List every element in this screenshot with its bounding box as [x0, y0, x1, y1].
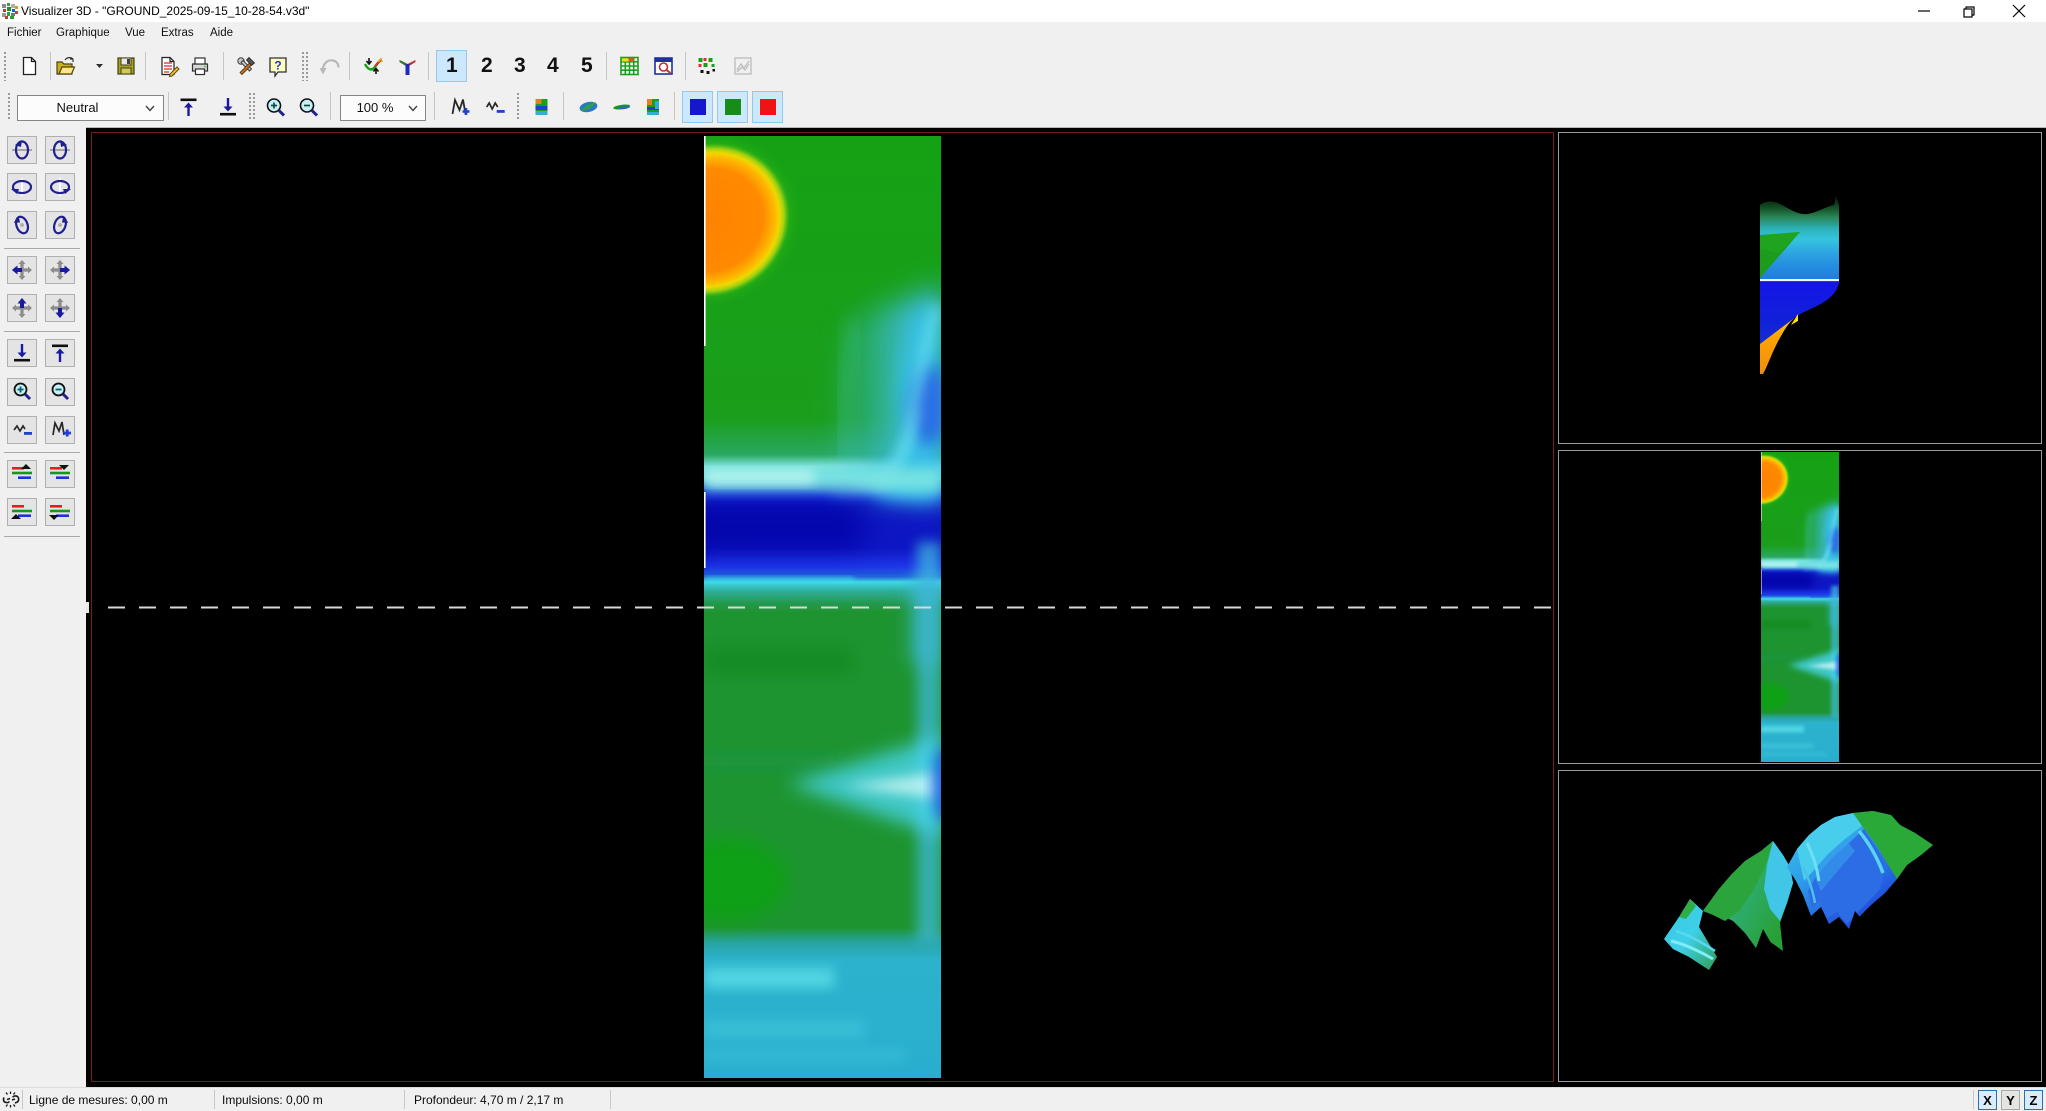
svg-text:?: ? [274, 59, 281, 73]
